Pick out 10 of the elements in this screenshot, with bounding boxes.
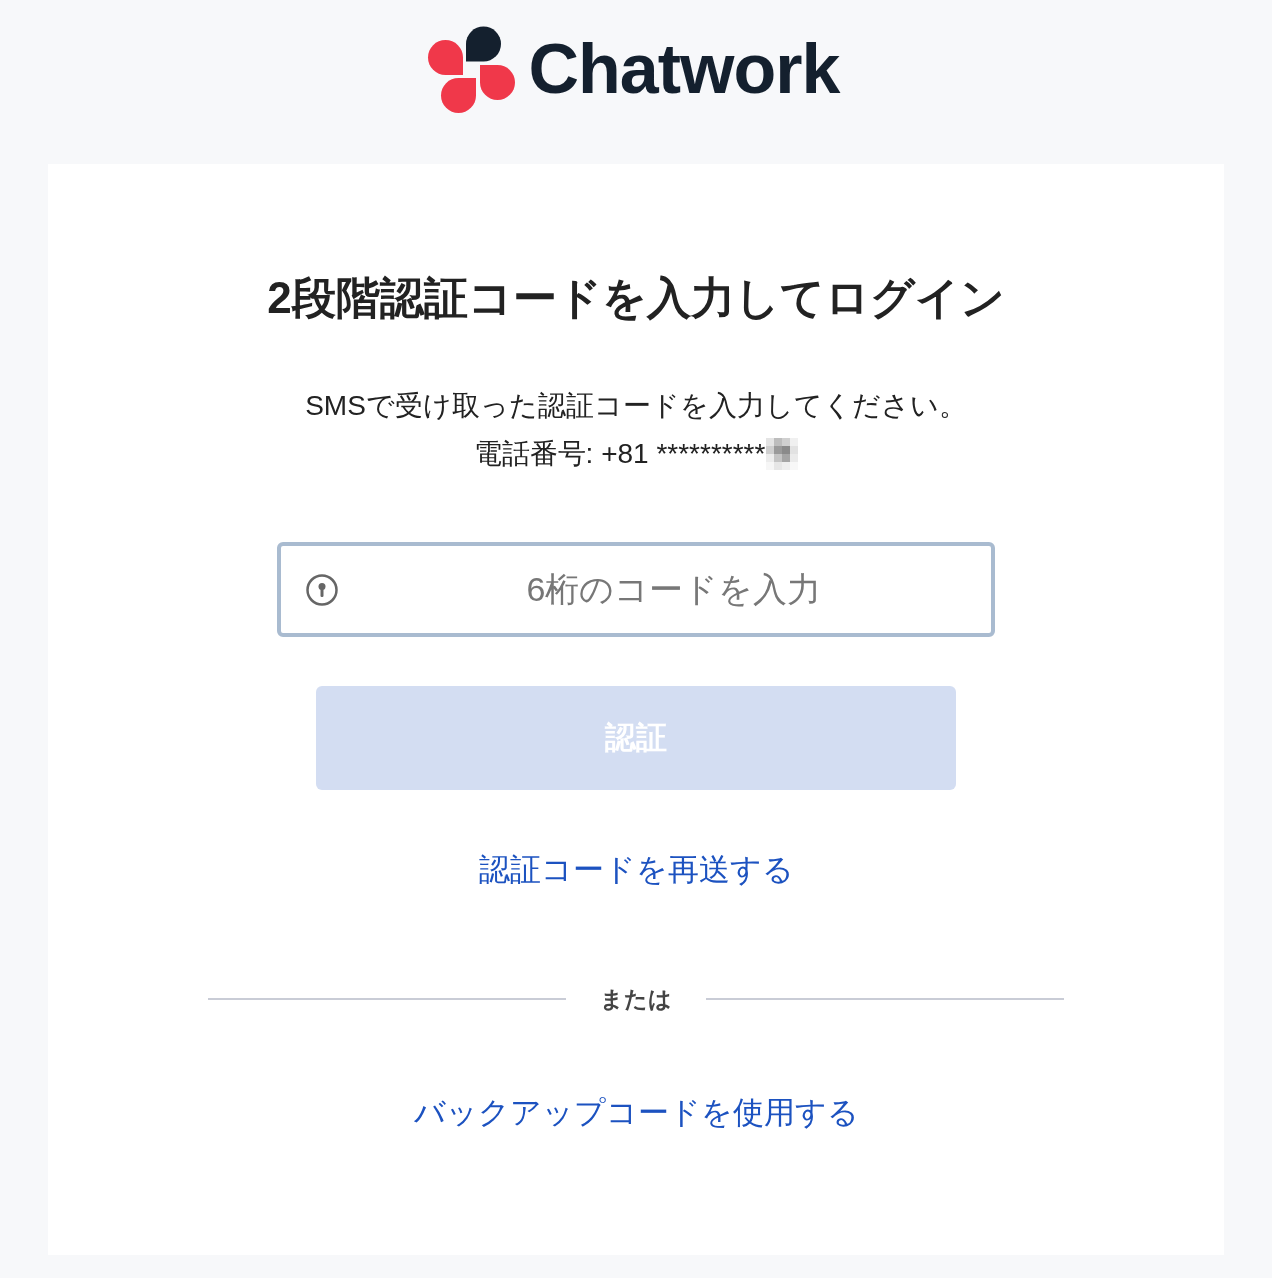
phone-number-text: 電話番号: +81 ********** <box>473 437 766 471</box>
logo-wordmark: Chatwork <box>528 29 840 109</box>
code-input-field[interactable]: 6桁のコードを入力 <box>277 542 995 637</box>
resend-code-link[interactable]: 認証コードを再送する <box>478 850 794 890</box>
key-icon <box>306 573 338 606</box>
logo-icon <box>426 25 515 113</box>
page-title: 2段階認証コードを入力してログイン <box>267 272 1005 324</box>
divider-label: または <box>599 985 673 1014</box>
instruction-text: SMSで受け取った認証コードを入力してください。 <box>305 389 967 423</box>
backup-code-link[interactable]: バックアップコードを使用する <box>413 1093 859 1133</box>
